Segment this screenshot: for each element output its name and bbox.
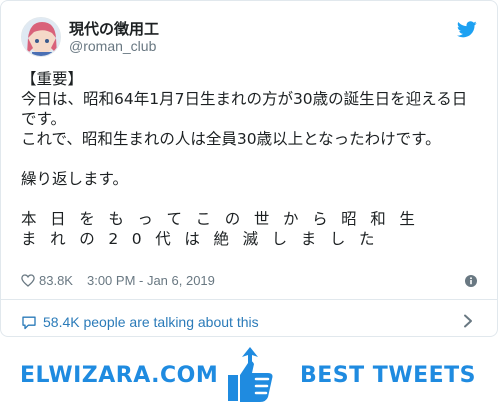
- tweet-line: 今日は、昭和64年1月7日生まれの方が30歳の誕生日を迎える日: [21, 90, 468, 108]
- footer-banner: ELWIZARA.COM BEST TWEETS: [0, 337, 500, 413]
- divider: [1, 299, 497, 300]
- display-name[interactable]: 現代の徴用工: [69, 18, 159, 39]
- info-icon[interactable]: [465, 275, 477, 287]
- tweet-line: これで、昭和生まれの人は全員30歳以上となったわけです。: [21, 130, 441, 148]
- tweet-timestamp[interactable]: 3:00 PM - Jan 6, 2019: [87, 273, 215, 288]
- conversation-link[interactable]: 58.4K people are talking about this: [21, 314, 259, 330]
- tweet-text: 【重要】 今日は、昭和64年1月7日生まれの方が30歳の誕生日を迎える日 です。…: [21, 69, 483, 249]
- tweet-meta: 83.8K 3:00 PM - Jan 6, 2019: [21, 273, 215, 288]
- tweet-line: 【重要】: [21, 70, 84, 88]
- tweet-line: 繰り返します。: [21, 170, 128, 188]
- twitter-bird-icon[interactable]: [457, 21, 477, 38]
- best-tweets-label[interactable]: BEST TWEETS: [300, 363, 476, 388]
- user-handle[interactable]: @roman_club: [69, 38, 156, 54]
- tweet-line: です。: [21, 110, 66, 128]
- tweet-card: 現代の徴用工 @roman_club 【重要】 今日は、昭和64年1月7日生まれ…: [0, 0, 498, 337]
- like-count[interactable]: 83.8K: [39, 273, 73, 288]
- chevron-right-icon[interactable]: [463, 314, 473, 328]
- thumbs-up-icon: [228, 347, 273, 402]
- tweet-line: 本 日 を も っ て こ の 世 か ら 昭 和 生: [21, 210, 420, 228]
- heart-icon[interactable]: [21, 274, 35, 287]
- site-name[interactable]: ELWIZARA.COM: [20, 363, 218, 388]
- tweet-line: ま れ の 2 0 代 は 絶 滅 し ま し た: [21, 230, 379, 248]
- speech-bubble-icon: [22, 316, 36, 329]
- avatar[interactable]: [21, 17, 61, 57]
- conversation-text[interactable]: 58.4K people are talking about this: [43, 314, 259, 330]
